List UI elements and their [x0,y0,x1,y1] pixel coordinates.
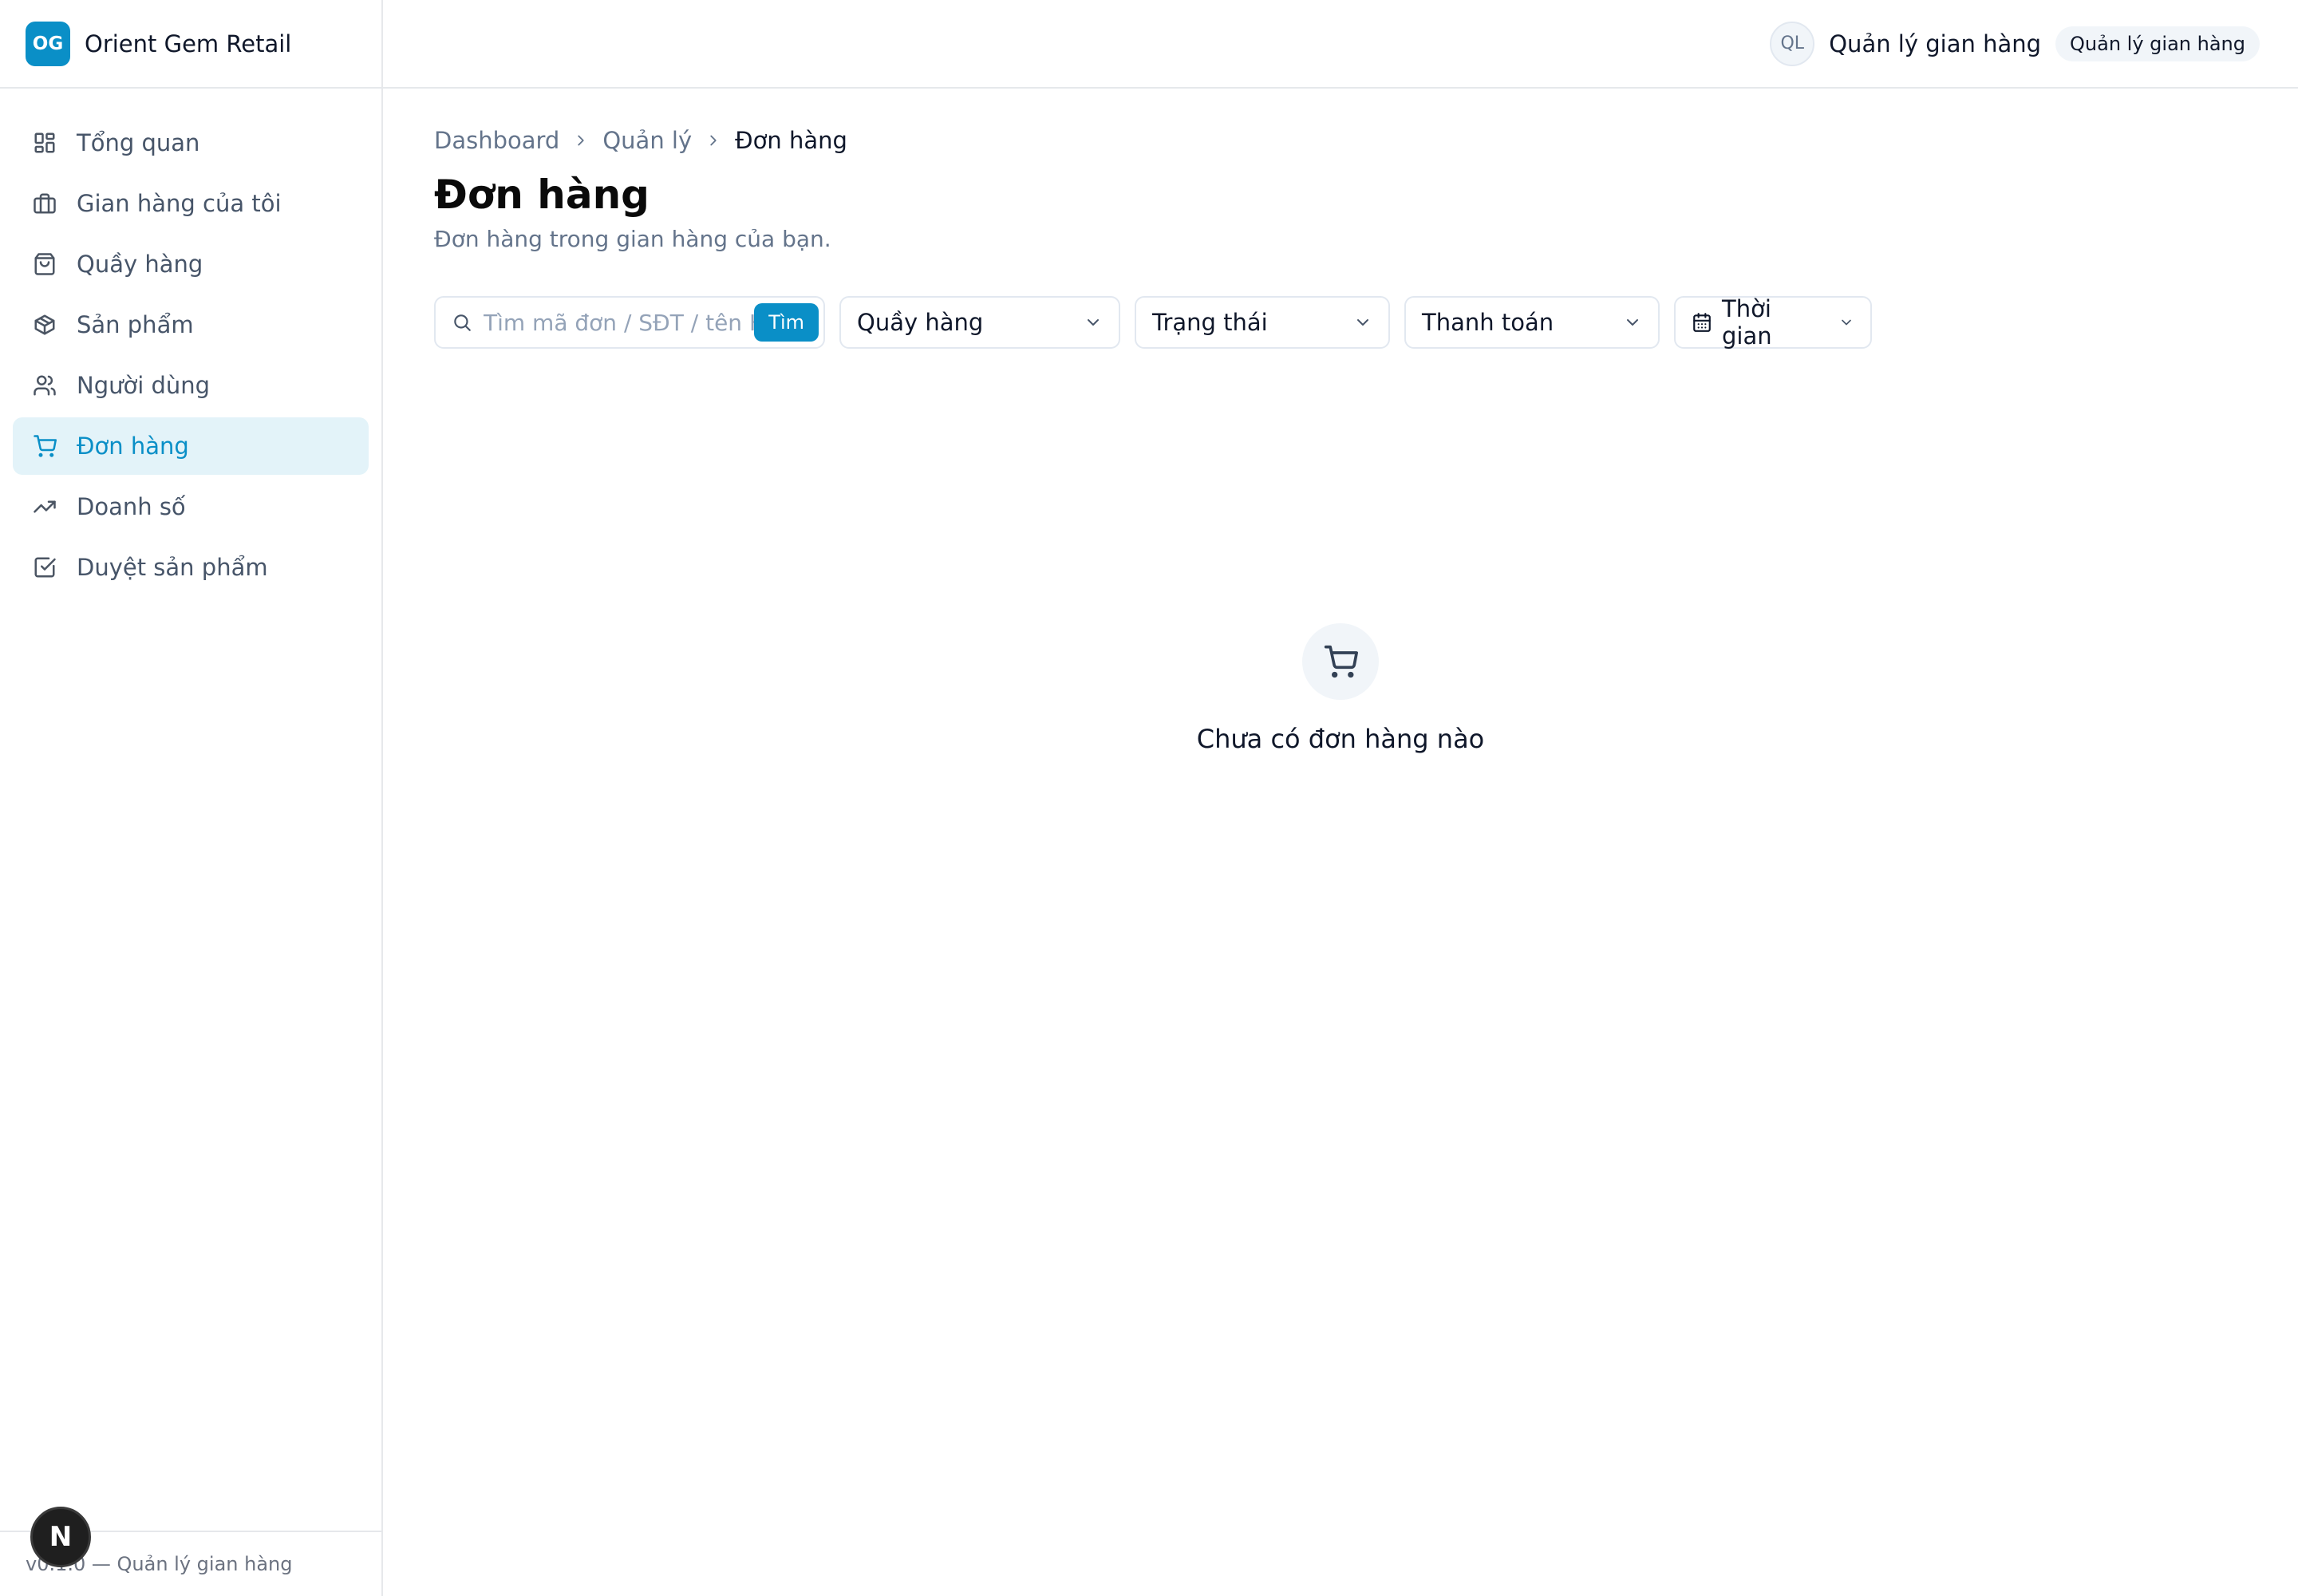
sidebar-item-label: Đơn hàng [77,433,189,460]
sidebar-nav: Tổng quan Gian hàng của tôi Quầy hàng Sả… [0,89,381,596]
main-content: Dashboard Quản lý Đơn hàng Đơn hàng Đơn … [434,89,2298,1596]
empty-state-message: Chưa có đơn hàng nào [1196,724,1485,754]
breadcrumb-item-current: Đơn hàng [735,127,847,154]
shopping-bag-icon [32,251,57,277]
sidebar-item-counters[interactable]: Quầy hàng [13,235,369,293]
chevron-down-icon [1838,314,1854,330]
dashboard-grid-icon [32,130,57,156]
counter-select-value: Quầy hàng [857,309,984,336]
top-header: QL Quản lý gian hàng Quản lý gian hàng [383,0,2298,89]
chevron-right-icon [705,132,722,149]
payment-select-value: Thanh toán [1422,309,1554,336]
search-input[interactable] [484,309,755,336]
sidebar-item-label: Duyệt sản phẩm [77,554,268,581]
chevron-down-icon [1084,313,1103,332]
sidebar-item-label: Doanh số [77,493,186,520]
payment-select[interactable]: Thanh toán [1404,296,1660,349]
briefcase-icon [32,191,57,216]
sidebar-item-label: Sản phẩm [77,311,194,338]
brand-logo: OG [26,21,70,66]
sidebar-item-my-store[interactable]: Gian hàng của tôi [13,175,369,232]
sidebar-item-users[interactable]: Người dùng [13,357,369,414]
brand[interactable]: OG Orient Gem Retail [0,0,381,89]
sidebar-item-label: Gian hàng của tôi [77,190,282,217]
sidebar-item-label: Quầy hàng [77,251,203,278]
search-box: Tìm [434,296,825,349]
time-range-button[interactable]: Thời gian [1674,295,1872,350]
breadcrumb: Dashboard Quản lý Đơn hàng [434,127,847,154]
counter-select[interactable]: Quầy hàng [839,296,1120,349]
filter-bar: Tìm Quầy hàng Trạng thái Thanh toán [434,295,1872,350]
breadcrumb-item-dashboard[interactable]: Dashboard [434,127,559,154]
sidebar-item-sales[interactable]: Doanh số [13,478,369,535]
page-subtitle: Đơn hàng trong gian hàng của bạn. [434,226,831,252]
status-select-value: Trạng thái [1152,309,1268,336]
user-name[interactable]: Quản lý gian hàng [1829,30,2041,57]
sidebar-item-product-approval[interactable]: Duyệt sản phẩm [13,539,369,596]
app-root: OG Orient Gem Retail Tổng quan Gian hàng… [0,0,2298,1596]
sidebar-item-label: Tổng quan [77,129,200,156]
trending-up-icon [32,494,57,519]
calendar-icon [1692,312,1712,333]
sidebar-item-overview[interactable]: Tổng quan [13,114,369,172]
status-select[interactable]: Trạng thái [1135,296,1390,349]
dev-tools-badge[interactable]: N [30,1507,91,1567]
empty-state: Chưa có đơn hàng nào [434,623,2247,754]
package-icon [32,312,57,338]
search-button[interactable]: Tìm [754,303,819,342]
sidebar-item-label: Người dùng [77,372,211,399]
search-icon [452,312,472,333]
time-range-label: Thời gian [1722,295,1772,350]
check-square-icon [32,555,57,580]
brand-name: Orient Gem Retail [85,30,292,57]
avatar[interactable]: QL [1770,21,1815,66]
users-icon [32,373,57,398]
cart-icon [32,433,57,459]
chevron-down-icon [1623,313,1642,332]
page-title: Đơn hàng [434,172,650,218]
role-badge: Quản lý gian hàng [2055,26,2260,61]
sidebar-item-products[interactable]: Sản phẩm [13,296,369,354]
chevron-down-icon [1353,313,1372,332]
chevron-right-icon [572,132,590,149]
sidebar: OG Orient Gem Retail Tổng quan Gian hàng… [0,0,383,1596]
cart-icon [1302,623,1379,700]
sidebar-item-orders[interactable]: Đơn hàng [13,417,369,475]
breadcrumb-item-management[interactable]: Quản lý [602,127,692,154]
